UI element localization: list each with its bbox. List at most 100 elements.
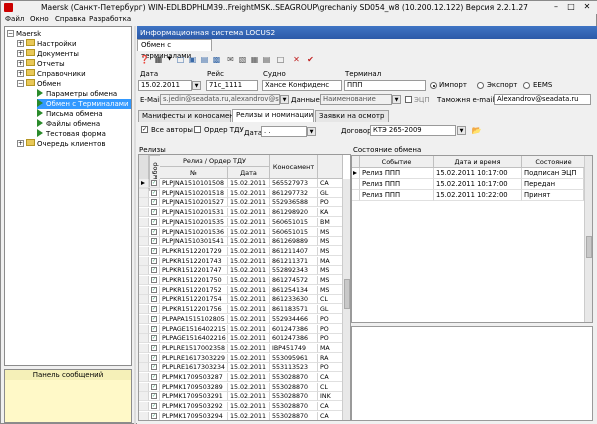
date-input[interactable]: 15.02.2011 — [138, 80, 192, 91]
tree-item-exchange-files[interactable]: Файлы обмена — [37, 119, 100, 129]
menu-window[interactable]: Окно — [30, 15, 49, 23]
row-select-checkbox[interactable]: ✓ — [151, 296, 157, 303]
table-row[interactable]: ✓ PLPKR1512201754 15.02.2011 861233630 CL — [139, 295, 350, 305]
exchange-scroll-thumb[interactable] — [586, 236, 592, 258]
table-row[interactable]: ✓ PLPAPA1515102805 15.02.2011 552934466 PO — [139, 314, 350, 324]
row-select-checkbox[interactable]: ✓ — [151, 267, 157, 274]
row-select-checkbox[interactable]: ✓ — [151, 412, 157, 419]
help-icon[interactable]: ❓ — [139, 54, 150, 65]
document-send-icon[interactable]: ▩ — [211, 54, 222, 65]
table-row[interactable]: ✓ PLPJNA1510101508 15.02.2011 565527973 CA — [139, 179, 350, 188]
table-row[interactable]: ✓ PLPKR1512201747 15.02.2011 552892343 MS — [139, 266, 350, 276]
extra-column-header[interactable] — [318, 155, 343, 179]
radio-eems[interactable] — [523, 82, 530, 89]
row-select-checkbox[interactable]: ✓ — [151, 228, 157, 235]
row-select-checkbox[interactable]: ✓ — [151, 315, 157, 322]
releases-scrollbar[interactable] — [342, 179, 350, 420]
table-row[interactable]: ✓ PLPAGE1516402216 15.02.2011 601247386 PO — [139, 334, 350, 344]
collapse-icon[interactable]: − — [17, 80, 24, 87]
table-row[interactable]: ✓ PLPKR1512201752 15.02.2011 861254134 MS — [139, 285, 350, 295]
tab-terminal-exchange[interactable]: Обмен с терминалами — [137, 39, 212, 60]
row-select-checkbox[interactable]: ✓ — [151, 286, 157, 293]
minimize-button[interactable]: – — [549, 1, 563, 13]
table-row[interactable]: ✓ PLPAGE1516402215 15.02.2011 601247386 PO — [139, 324, 350, 334]
table-row[interactable]: ✓ PLPJNA1510201536 15.02.2011 560651015 MS — [139, 227, 350, 237]
grid-icon[interactable]: ▦ — [153, 54, 164, 65]
tree-item-terminal-exchange[interactable]: Обмен с Терминалами — [37, 99, 131, 109]
row-select-checkbox[interactable]: ✓ — [151, 306, 157, 313]
table-row[interactable]: ✓ PLPJNA1510201535 15.02.2011 560651015 BM — [139, 217, 350, 227]
row-select-checkbox[interactable]: ✓ — [151, 199, 157, 206]
menu-file[interactable]: Файл — [5, 15, 24, 23]
open-folder-icon[interactable]: 📂 — [471, 125, 482, 136]
row-select-checkbox[interactable]: ✓ — [151, 383, 157, 390]
all-authors-checkbox[interactable]: ✓ — [141, 126, 148, 133]
list-icon[interactable]: ▤ — [261, 54, 272, 65]
table-row[interactable]: ✓ PLPKR1512201756 15.02.2011 861183571 GL — [139, 305, 350, 315]
document-export-icon[interactable]: ▤ — [199, 54, 210, 65]
tree-root-maersk[interactable]: − Maersk — [7, 29, 41, 39]
table-icon[interactable]: ▦ — [249, 54, 260, 65]
contract-dropdown-button[interactable]: ▼ — [457, 126, 466, 135]
number-column-header[interactable]: № — [160, 167, 228, 179]
table-row[interactable]: ✓ PLPJNA1510201531 15.02.2011 861298920 KA — [139, 208, 350, 218]
date-picker-button[interactable]: ▼ — [192, 81, 201, 90]
table-row[interactable]: ✓ PLPMK1709503287 15.02.2011 553028870 CA — [139, 373, 350, 382]
row-select-checkbox[interactable]: ✓ — [151, 344, 157, 351]
row-select-checkbox[interactable]: ✓ — [151, 189, 157, 196]
tab-inspection-requests[interactable]: Заявки на осмотр — [315, 110, 389, 122]
table-row[interactable]: ✓ PLPMK1709503294 15.02.2011 553028870 CA — [139, 411, 350, 420]
table-row[interactable]: ✓ PLPKR1512201750 15.02.2011 861274572 MS — [139, 276, 350, 285]
tree-item-client-queue[interactable]: + Очередь клиентов — [17, 139, 106, 149]
row-select-checkbox[interactable]: ✓ — [151, 257, 157, 264]
delete-icon[interactable]: ✕ — [291, 54, 302, 65]
table-row[interactable]: ✓ PLPLRE1617303229 15.02.2011 553095961 RA — [139, 353, 350, 363]
order-tdu-checkbox[interactable] — [194, 126, 201, 133]
table-row[interactable]: ✓ PLPKR1512201743 15.02.2011 861211371 MA — [139, 256, 350, 266]
table-row[interactable]: ✓ PLPMK1709503292 15.02.2011 553028870 CA — [139, 402, 350, 412]
filter-date-input[interactable]: . . — [261, 126, 307, 137]
table-row[interactable]: ✓ PLPKR1512201729 15.02.2011 861211407 MS — [139, 246, 350, 256]
expand-icon[interactable]: + — [17, 140, 24, 147]
customs-email-input[interactable]: Alexandrov@seadata.ru — [494, 94, 591, 105]
terminal-input[interactable]: ППП — [344, 80, 426, 91]
tree-item-settings[interactable]: + Настройки — [17, 39, 77, 49]
tree-item-test-form[interactable]: Тестовая форма — [37, 129, 106, 139]
tree-item-exchange-letters[interactable]: Письма обмена — [37, 109, 103, 119]
row-select-checkbox[interactable]: ✓ — [151, 393, 157, 400]
pane-splitter[interactable] — [134, 26, 136, 424]
exchange-scrollbar[interactable] — [584, 156, 592, 322]
blank-document-icon[interactable]: □ — [275, 54, 286, 65]
dropdown-arrow-icon[interactable]: ▼ — [164, 54, 175, 65]
table-row[interactable]: ✓ PLPJNA1510201527 15.02.2011 552936588 PO — [139, 198, 350, 208]
menu-help[interactable]: Справка — [55, 15, 86, 23]
row-select-checkbox[interactable]: ✓ — [151, 364, 157, 371]
tree-item-directories[interactable]: + Справочники — [17, 69, 86, 79]
date-column-header[interactable]: Дата — [228, 167, 270, 179]
tab-manifests[interactable]: Манифесты и коносаменты — [138, 110, 243, 122]
tab-releases[interactable]: Релизы и номинации — [232, 109, 314, 122]
document-refresh-icon[interactable]: ▣ — [187, 54, 198, 65]
row-select-checkbox[interactable]: ✓ — [151, 403, 157, 410]
table-row[interactable]: ✓ PLPJNA1510201518 15.02.2011 861297732 GL — [139, 188, 350, 198]
voyage-input[interactable]: 71с_1111 — [206, 80, 258, 91]
grid-view-icon[interactable]: ▧ — [237, 54, 248, 65]
datetime-column-header[interactable]: Дата и время — [434, 156, 522, 168]
maximize-button[interactable]: □ — [564, 1, 578, 13]
tree-item-exchange-params[interactable]: Параметры обмена — [37, 89, 117, 99]
email-input[interactable]: s.jedin@seadata.ru,alexandrov@se — [160, 94, 280, 105]
expand-icon[interactable]: + — [17, 70, 24, 77]
expand-icon[interactable]: + — [17, 40, 24, 47]
contract-select[interactable]: КТЭ 265-2009 — [370, 125, 456, 136]
confirm-icon[interactable]: ✔ — [305, 54, 316, 65]
expand-icon[interactable]: + — [17, 50, 24, 57]
mail-icon[interactable]: ✉ — [225, 54, 236, 65]
row-select-checkbox[interactable]: ✓ — [151, 354, 157, 361]
document-icon[interactable]: □ — [175, 54, 186, 65]
tree-item-documents[interactable]: + Документы — [17, 49, 79, 59]
data-select[interactable]: Наименование — [320, 94, 392, 105]
data-dropdown-button[interactable]: ▼ — [392, 95, 401, 104]
vessel-input[interactable]: Хансе Конфиденс — [262, 80, 342, 91]
row-select-checkbox[interactable]: ✓ — [151, 325, 157, 332]
row-select-checkbox[interactable]: ✓ — [151, 247, 157, 254]
